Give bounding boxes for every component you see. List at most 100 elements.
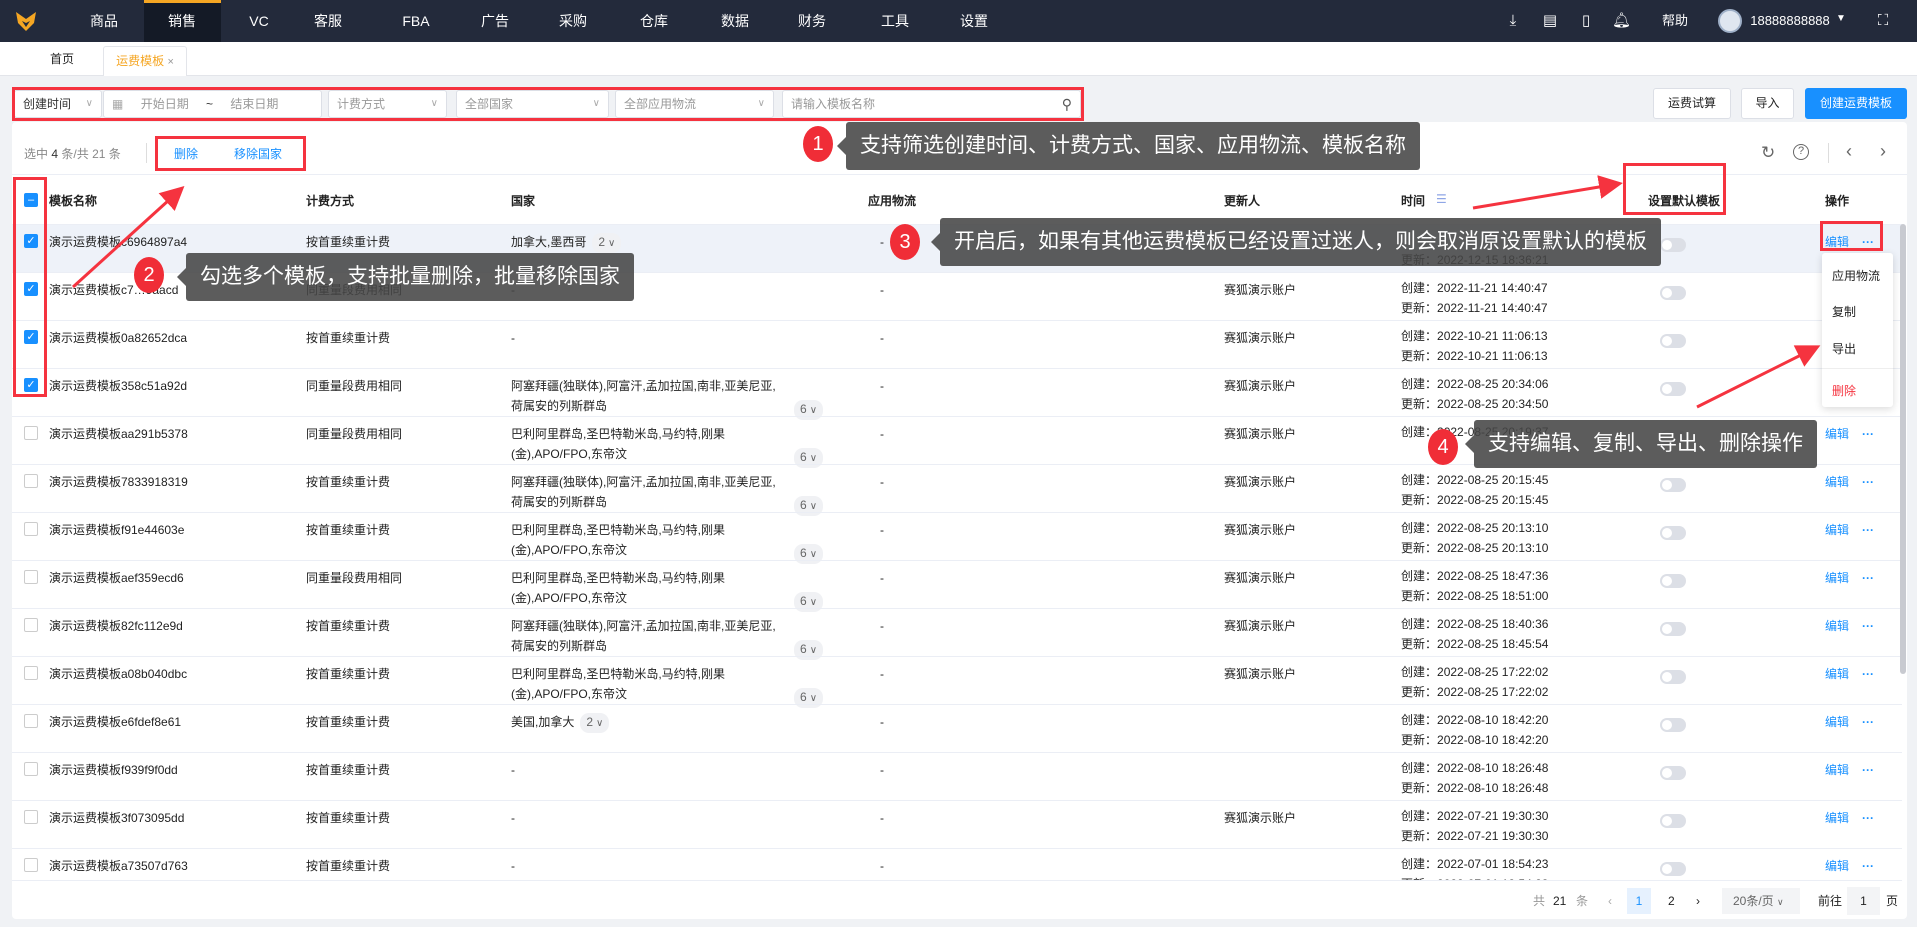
edit-button[interactable]: 编辑 <box>1825 664 1849 684</box>
edit-button[interactable]: 编辑 <box>1825 712 1849 732</box>
more-actions-icon[interactable]: ··· <box>1862 616 1874 636</box>
more-actions-icon[interactable]: ··· <box>1862 232 1874 252</box>
row-checkbox[interactable] <box>24 666 38 680</box>
more-actions-icon[interactable]: ··· <box>1862 664 1874 684</box>
default-template-toggle[interactable] <box>1660 526 1686 540</box>
more-actions-icon[interactable]: ··· <box>1862 712 1874 732</box>
more-actions-icon[interactable]: ··· <box>1862 520 1874 540</box>
help-link[interactable]: 帮助 <box>1662 0 1688 42</box>
nav-item[interactable]: 财务 <box>798 0 826 42</box>
default-template-toggle[interactable] <box>1660 334 1686 348</box>
download-icon[interactable]: ⤓ <box>1504 11 1522 31</box>
page-2-button[interactable]: 2 <box>1668 892 1675 910</box>
menu-item-delete[interactable]: 删除 <box>1832 382 1856 399</box>
menu-item-export[interactable]: 导出 <box>1832 340 1856 357</box>
row-checkbox[interactable] <box>24 858 38 872</box>
fox-logo-icon[interactable] <box>14 9 38 33</box>
more-actions-icon[interactable]: ··· <box>1862 424 1874 444</box>
default-template-toggle[interactable] <box>1660 766 1686 780</box>
prev-page-icon[interactable]: ‹ <box>1608 892 1612 910</box>
start-date-input[interactable]: 开始日期 <box>141 97 189 111</box>
default-template-toggle[interactable] <box>1660 814 1686 828</box>
batch-delete-button[interactable]: 删除 <box>174 145 198 162</box>
nav-item[interactable]: 工具 <box>881 0 909 42</box>
row-checkbox[interactable] <box>24 618 38 632</box>
user-account[interactable]: 18888888888 <box>1750 0 1830 42</box>
edit-button[interactable]: 编辑 <box>1825 232 1849 252</box>
edit-button[interactable]: 编辑 <box>1825 760 1849 780</box>
goto-page-input[interactable]: 1 <box>1847 887 1880 915</box>
default-template-toggle[interactable] <box>1660 286 1686 300</box>
chevron-right-icon[interactable]: › <box>1880 141 1886 162</box>
row-checkbox[interactable] <box>24 762 38 776</box>
nav-item[interactable]: 设置 <box>960 0 988 42</box>
sort-icon[interactable]: ☰ <box>1436 192 1447 206</box>
default-template-toggle[interactable] <box>1660 574 1686 588</box>
nav-item[interactable]: 销售 <box>168 0 196 42</box>
chevron-left-icon[interactable]: ‹ <box>1846 141 1852 162</box>
nav-item[interactable]: 数据 <box>721 0 749 42</box>
nav-item[interactable]: FBA <box>402 0 429 42</box>
edit-button[interactable]: 编辑 <box>1825 520 1849 540</box>
default-template-toggle[interactable] <box>1660 478 1686 492</box>
date-range-picker[interactable]: ▦ 开始日期 ~ 结束日期 <box>103 90 322 118</box>
refresh-icon[interactable]: ↻ <box>1761 143 1775 163</box>
next-page-icon[interactable]: › <box>1696 892 1700 910</box>
billing-method-select[interactable]: 计费方式 ∨ <box>328 90 447 118</box>
default-template-toggle[interactable] <box>1660 670 1686 684</box>
default-template-toggle[interactable] <box>1660 382 1686 396</box>
default-template-toggle[interactable] <box>1660 718 1686 732</box>
row-checkbox[interactable]: ✓ <box>24 330 38 344</box>
edit-button[interactable]: 编辑 <box>1825 856 1849 876</box>
logistics-select[interactable]: 全部应用物流 ∨ <box>615 90 774 118</box>
nav-item[interactable]: 客服 <box>314 0 342 42</box>
country-select[interactable]: 全部国家 ∨ <box>456 90 609 118</box>
more-actions-icon[interactable]: ··· <box>1862 856 1874 876</box>
page-1-button[interactable]: 1 <box>1627 888 1651 914</box>
default-template-toggle[interactable] <box>1660 862 1686 876</box>
nav-item[interactable]: 仓库 <box>640 0 668 42</box>
select-all-checkbox[interactable]: – <box>24 193 38 207</box>
end-date-input[interactable]: 结束日期 <box>230 97 278 111</box>
row-checkbox[interactable] <box>24 522 38 536</box>
edit-button[interactable]: 编辑 <box>1825 424 1849 444</box>
edit-button[interactable]: 编辑 <box>1825 616 1849 636</box>
row-checkbox[interactable] <box>24 474 38 488</box>
batch-remove-country-button[interactable]: 移除国家 <box>234 145 282 162</box>
time-type-select[interactable]: 创建时间 ∨ <box>14 90 102 118</box>
help-icon[interactable]: ? <box>1793 144 1809 160</box>
bell-icon[interactable]: 🔔︎ <box>1612 11 1631 31</box>
more-actions-icon[interactable]: ··· <box>1862 760 1874 780</box>
menu-item-logistics[interactable]: 应用物流 <box>1832 267 1880 284</box>
search-icon[interactable]: ⚲ <box>1062 91 1072 117</box>
row-checkbox[interactable]: ✓ <box>24 282 38 296</box>
edit-button[interactable]: 编辑 <box>1825 808 1849 828</box>
nav-item[interactable]: 采购 <box>559 0 587 42</box>
menu-item-copy[interactable]: 复制 <box>1832 303 1856 320</box>
edit-button[interactable]: 编辑 <box>1825 472 1849 492</box>
row-checkbox[interactable] <box>24 570 38 584</box>
more-actions-icon[interactable]: ··· <box>1862 568 1874 588</box>
row-checkbox[interactable] <box>24 810 38 824</box>
import-button[interactable]: 导入 <box>1741 88 1794 119</box>
avatar[interactable] <box>1718 9 1742 33</box>
country-count-tag[interactable]: 2 ∨ <box>580 713 610 733</box>
close-icon[interactable]: × <box>167 56 173 68</box>
tab-home[interactable]: 首页 <box>50 42 74 76</box>
nav-item[interactable]: 广告 <box>481 0 509 42</box>
default-template-toggle[interactable] <box>1660 238 1686 252</box>
more-actions-icon[interactable]: ··· <box>1862 808 1874 828</box>
freight-calc-button[interactable]: 运费试算 <box>1653 88 1731 119</box>
document-add-icon[interactable]: ▤ <box>1541 11 1559 31</box>
nav-item[interactable]: VC <box>249 0 268 42</box>
edit-button[interactable]: 编辑 <box>1825 568 1849 588</box>
more-actions-icon[interactable]: ··· <box>1862 472 1874 492</box>
nav-item[interactable]: 商品 <box>90 0 118 42</box>
fullscreen-icon[interactable]: ⛶ <box>1874 11 1892 31</box>
mobile-icon[interactable]: ▯ <box>1577 11 1595 31</box>
table-scrollbar[interactable] <box>1900 224 1906 674</box>
default-template-toggle[interactable] <box>1660 622 1686 636</box>
chevron-down-icon[interactable]: ▼ <box>1836 13 1846 24</box>
row-checkbox[interactable]: ✓ <box>24 378 38 392</box>
country-count-tag[interactable]: 2 ∨ <box>592 233 622 253</box>
